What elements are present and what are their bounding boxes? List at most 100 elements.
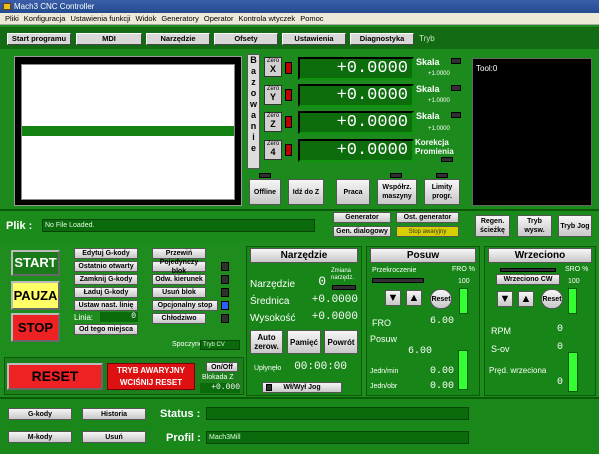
spindle-reset-button[interactable]: Reset — [541, 289, 563, 309]
spindle-up-button[interactable]: ▲ — [518, 291, 534, 307]
z-inhibit-label: Blokada Z — [202, 374, 234, 381]
scale-y-label: Skala — [416, 84, 440, 94]
feed-reset-button[interactable]: Reset — [430, 289, 452, 309]
gen-dialog-button[interactable]: Gen. dialogowy — [333, 226, 391, 237]
regen-toolpath-button[interactable]: Regen. ścieżkę — [475, 215, 510, 237]
scale-x-value: +1.0000 — [428, 71, 450, 77]
clear-button[interactable]: Usuń — [82, 431, 146, 443]
tab-diagnostyka[interactable]: Diagnostyka — [350, 33, 414, 45]
menu-widok[interactable]: Widok — [136, 13, 157, 25]
menu-konfiguracja[interactable]: Konfiguracja — [24, 13, 66, 25]
last-generator-button[interactable]: Ost. generator — [396, 212, 459, 223]
rpm-value: 0 — [556, 324, 563, 335]
history-button[interactable]: Historia — [82, 408, 146, 420]
menu-operator[interactable]: Operator — [204, 13, 234, 25]
stop-button[interactable]: STOP — [11, 313, 60, 342]
sov-label: S-ov — [491, 344, 510, 354]
dro-y[interactable]: +0.0000 — [298, 84, 414, 107]
single-block-led — [221, 262, 229, 271]
feed-value[interactable]: 6.00 — [380, 346, 432, 358]
dro-z[interactable]: +0.0000 — [298, 111, 414, 134]
soft-limits-button[interactable]: Limity progr. — [424, 179, 460, 205]
dro-x[interactable]: +0.0000 — [298, 57, 414, 80]
tab-start[interactable]: Start programu — [7, 33, 71, 45]
menu-ustawienia[interactable]: Ustawienia funkcji — [70, 13, 130, 25]
auto-zero-button[interactable]: Auto zerow. — [250, 330, 283, 354]
gcodes-button[interactable]: G-kody — [8, 408, 72, 420]
work-button[interactable]: Praca — [336, 179, 370, 205]
goto-zero-button[interactable]: Idź do Z — [288, 179, 324, 205]
tab-mdi[interactable]: MDI — [76, 33, 142, 45]
start-button[interactable]: START — [11, 250, 60, 276]
feed-down-button[interactable]: ▼ — [385, 290, 401, 306]
menu-kontrola[interactable]: Kontrola wtyczek — [238, 13, 295, 25]
feed-rate-slider[interactable] — [458, 350, 468, 390]
reset-button[interactable]: RESET — [7, 363, 103, 390]
toolpath-display[interactable]: Tool:0 — [472, 58, 592, 206]
set-next-line-button[interactable]: Ustaw nast. linię — [74, 300, 138, 311]
machine-coords-button[interactable]: Współrz. maszyny — [377, 179, 417, 205]
pause-button[interactable]: PAUZA — [11, 281, 60, 310]
spindle-override-slider[interactable] — [568, 288, 577, 314]
jog-mode-button[interactable]: Tryb Jog — [558, 215, 592, 237]
run-from-here-button[interactable]: Od tego miejsca — [74, 324, 138, 335]
diameter-value[interactable]: +0.0000 — [306, 294, 358, 308]
spindle-speed-slider[interactable] — [568, 352, 578, 392]
menu-pomoc[interactable]: Pomoc — [300, 13, 323, 25]
zero-y-button[interactable]: Zero Y — [264, 85, 282, 105]
zero-z-button[interactable]: Zero Z — [264, 112, 282, 132]
fro-value[interactable]: 6.00 — [402, 316, 454, 328]
scale-x-led — [451, 58, 461, 64]
bazowanie-label: Bazowanie — [247, 54, 260, 169]
status-label: Status : — [160, 408, 201, 420]
remember-button[interactable]: Pamięć — [287, 330, 321, 354]
tool-number-value[interactable]: 0 — [306, 274, 326, 289]
mcodes-button[interactable]: M-kody — [8, 431, 72, 443]
feed-panel-title: Posuw — [370, 248, 476, 263]
coolant-button[interactable]: Chłodziwo — [152, 313, 206, 324]
offline-led — [259, 173, 271, 178]
reverse-run-button[interactable]: Odw. kierunek — [152, 274, 206, 285]
zero-4-button[interactable]: Zero 4 — [264, 140, 282, 160]
single-block-button[interactable]: Pojedynczy blok — [152, 259, 206, 275]
radius-correction-label: Korekcja Promienia — [415, 138, 454, 156]
load-gcode-button[interactable]: Ładuj G-kody — [74, 287, 138, 298]
spindle-cw-button[interactable]: Wrzeciono CW — [496, 274, 560, 285]
jog-toggle-button[interactable]: Wł/Wył Jog — [262, 382, 342, 393]
menu-pliki[interactable]: Pliki — [5, 13, 19, 25]
line-label: Linia: — [74, 313, 94, 322]
spindle-cw-led — [500, 268, 556, 272]
height-value[interactable]: +0.0000 — [306, 311, 358, 325]
scale-x-label: Skala — [416, 57, 440, 67]
spindle-speed-value[interactable]: 0 — [515, 377, 563, 389]
units-per-rev-label: Jedn/obr — [370, 383, 398, 390]
optional-stop-button[interactable]: Opcjonalny stop — [152, 300, 218, 311]
tab-ofsety[interactable]: Ofsety — [214, 33, 278, 45]
dro-4[interactable]: +0.0000 — [298, 139, 414, 162]
recent-file-button[interactable]: Ostatnio otwarty — [74, 261, 138, 272]
spindle-down-button[interactable]: ▼ — [497, 291, 513, 307]
generator-button[interactable]: Generator — [333, 212, 391, 223]
feed-override-slider[interactable] — [459, 288, 468, 314]
tab-narzedzie[interactable]: Narzędzie — [146, 33, 210, 45]
cv-mode-field: Tryb CV — [200, 340, 240, 350]
scale-z-value: +1.0000 — [428, 126, 450, 132]
menu-generatory[interactable]: Generatory — [161, 13, 199, 25]
zero-x-button[interactable]: Zero X — [264, 57, 282, 77]
feed-up-button[interactable]: ▲ — [406, 290, 422, 306]
tool-panel-title: Narzędzie — [250, 248, 358, 263]
edit-gcode-button[interactable]: Edytuj G-kody — [74, 248, 138, 259]
tool-label: Tool:0 — [476, 64, 498, 73]
jog-led — [266, 384, 272, 391]
display-mode-button[interactable]: Tryb wysw. — [517, 215, 552, 237]
block-delete-button[interactable]: Usuń blok — [152, 287, 206, 298]
z-inhibit-toggle[interactable]: On/Off — [206, 362, 238, 372]
file-path-field: No File Loaded. — [42, 219, 315, 232]
return-button[interactable]: Powrót — [324, 330, 358, 354]
offline-button[interactable]: Offline — [249, 179, 281, 205]
soft-limits-led — [436, 173, 448, 178]
scale-z-label: Skala — [416, 111, 440, 121]
tab-ustawienia[interactable]: Ustawienia — [282, 33, 346, 45]
close-gcode-button[interactable]: Zamknij G-kody — [74, 274, 138, 285]
radius-correction-led — [441, 157, 453, 162]
